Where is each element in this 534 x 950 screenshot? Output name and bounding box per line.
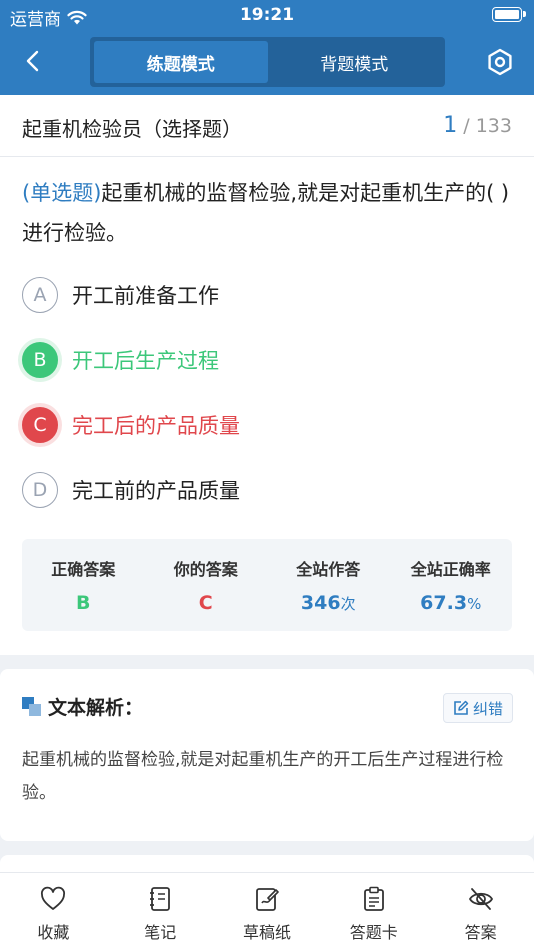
edit-icon: [454, 700, 469, 715]
favorite-label: 收藏: [37, 923, 70, 942]
question-counter: 1 / 133: [443, 113, 512, 138]
stat-attempts: 全站作答 346次: [267, 539, 390, 631]
back-icon[interactable]: [18, 46, 48, 76]
option-text: 完工后的产品质量: [72, 414, 240, 438]
stat-label: 全站正确率: [410, 560, 491, 579]
stat-label: 正确答案: [51, 560, 116, 579]
show-answer-button[interactable]: 答案: [427, 873, 534, 950]
analysis-icon: [22, 697, 41, 716]
stat-label: 全站作答: [296, 560, 361, 579]
option-text: 完工前的产品质量: [72, 479, 240, 503]
draft-paper-label: 草稿纸: [242, 923, 291, 942]
option-text: 开工前准备工作: [72, 284, 219, 308]
question-header: 起重机检验员（选择题） 1 / 133: [0, 95, 534, 157]
option-b[interactable]: B 开工后生产过程: [22, 340, 512, 380]
option-d[interactable]: D 完工前的产品质量: [22, 470, 512, 510]
option-letter: A: [22, 277, 58, 313]
analysis-title: 文本解析：: [48, 697, 144, 719]
nav-bar: 练题模式 背题模式: [0, 32, 534, 92]
bottom-toolbar: 收藏 笔记 草稿纸 答题卡 答案: [0, 872, 534, 950]
favorite-button[interactable]: 收藏: [0, 873, 107, 950]
draft-paper-icon: [256, 888, 279, 911]
stat-your-answer: 你的答案 C: [145, 539, 268, 631]
stat-label: 你的答案: [173, 560, 238, 579]
option-c[interactable]: C 完工后的产品质量: [22, 405, 512, 445]
answer-stats: 正确答案 B 你的答案 C 全站作答 346次 全站正确率 67.3%: [22, 539, 512, 631]
show-answer-label: 答案: [464, 923, 497, 942]
correct-answer-value: B: [76, 592, 91, 614]
option-letter: C: [22, 407, 58, 443]
battery-icon: [492, 7, 526, 22]
stat-accuracy-rate: 全站正确率 67.3%: [390, 539, 513, 631]
question-type-tag: (单选题): [22, 181, 102, 205]
tab-memorize-mode[interactable]: 背题模式: [268, 41, 442, 83]
settings-icon[interactable]: [484, 46, 516, 78]
mode-switch: 练题模式 背题模式: [90, 37, 445, 87]
question-text: (单选题)起重机械的监督检验,就是对起重机生产的( )进行检验。: [22, 173, 517, 253]
your-answer-value: C: [198, 592, 213, 614]
answer-card-label: 答题卡: [349, 923, 398, 942]
answer-card-button[interactable]: 答题卡: [320, 873, 427, 950]
analysis-card: 文本解析： 纠错 起重机械的监督检验,就是对起重机生产的开工后生产过程进行检验。: [0, 669, 534, 841]
eye-off-icon: [468, 888, 493, 910]
report-error-button[interactable]: 纠错: [443, 693, 513, 723]
option-text: 开工后生产过程: [72, 349, 219, 373]
attempts-value: 346次: [300, 592, 356, 614]
draft-paper-button[interactable]: 草稿纸: [214, 873, 321, 950]
option-a[interactable]: A 开工前准备工作: [22, 275, 512, 315]
heart-icon: [41, 886, 66, 910]
analysis-text: 起重机械的监督检验,就是对起重机生产的开工后生产过程进行检验。: [22, 750, 504, 803]
app-header: 运营商 19:21 练题模式 背题模式: [0, 0, 534, 95]
option-letter: D: [22, 472, 58, 508]
total-questions: / 133: [463, 115, 512, 137]
notes-button[interactable]: 笔记: [107, 873, 214, 950]
clipboard-icon: [363, 886, 384, 911]
question-card: 起重机检验员（选择题） 1 / 133 (单选题)起重机械的监督检验,就是对起重…: [0, 95, 534, 655]
tab-practice-mode[interactable]: 练题模式: [94, 41, 268, 83]
notes-label: 笔记: [144, 923, 177, 942]
notebook-icon: [150, 887, 171, 911]
report-error-label: 纠错: [472, 699, 503, 718]
accuracy-rate-value: 67.3%: [420, 592, 482, 614]
clock: 19:21: [239, 5, 295, 25]
current-question-number: 1: [443, 113, 458, 138]
stat-correct-answer: 正确答案 B: [22, 539, 145, 631]
exam-title: 起重机检验员（选择题）: [22, 117, 242, 141]
option-letter: B: [22, 342, 58, 378]
status-bar: 运营商 19:21: [0, 0, 534, 32]
